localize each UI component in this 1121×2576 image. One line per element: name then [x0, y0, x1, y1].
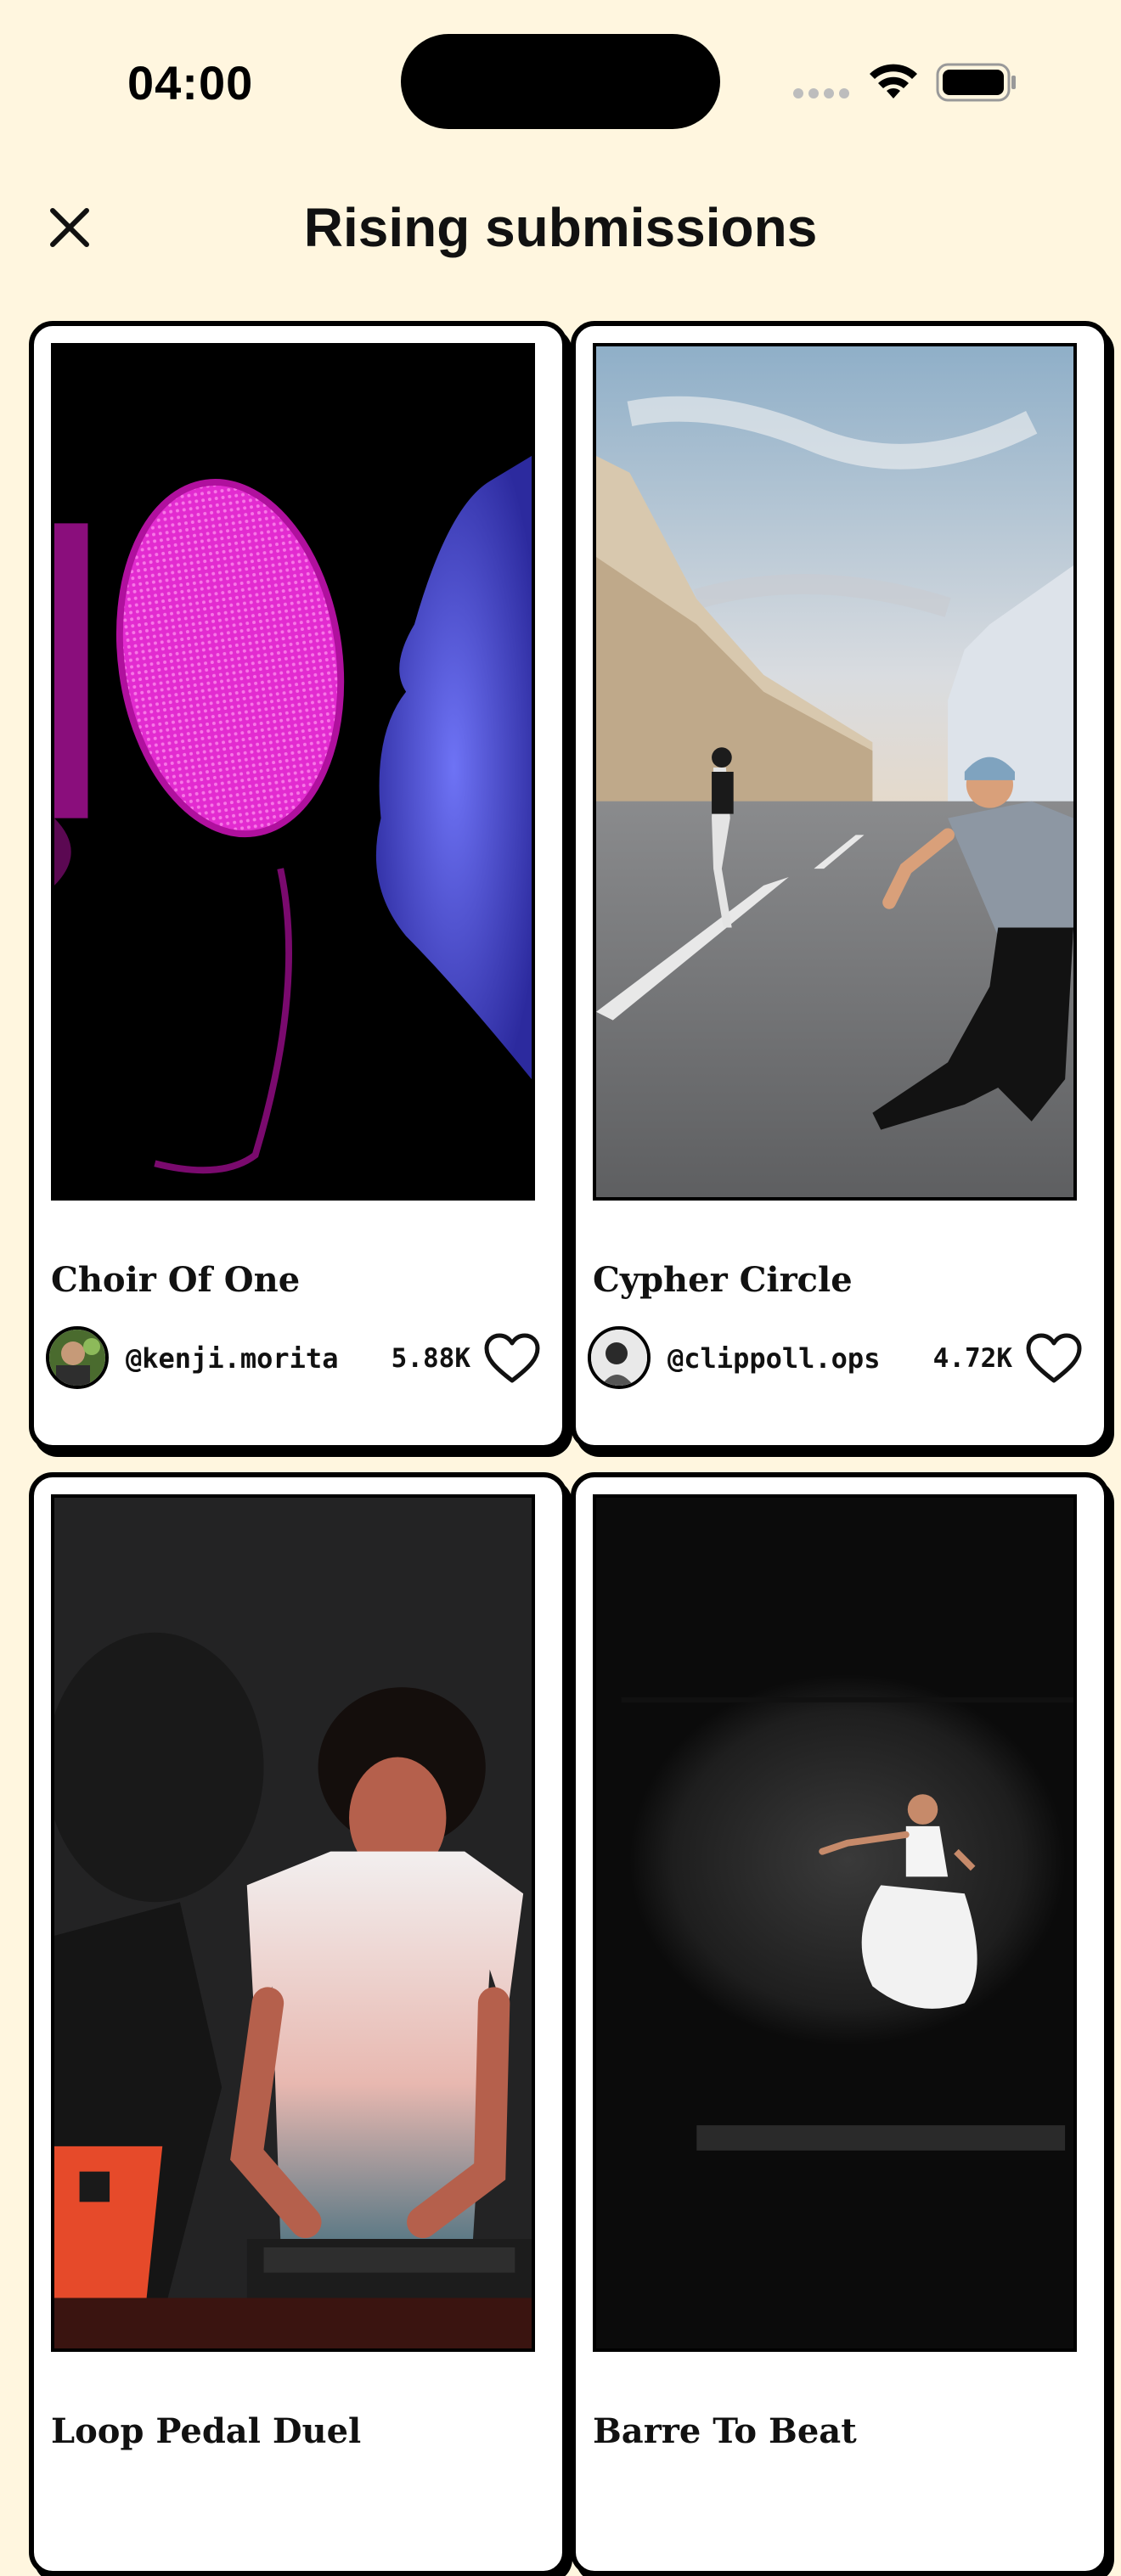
user-avatar[interactable]: [46, 1326, 109, 1389]
submission-card[interactable]: Barre To Beat: [571, 1472, 1109, 2576]
card-title: Cypher Circle: [593, 1260, 853, 1300]
creator-handle[interactable]: @clippoll.ops: [668, 1336, 897, 1381]
creator-handle[interactable]: @kenji.morita: [126, 1336, 355, 1381]
heart-icon[interactable]: [1024, 1331, 1084, 1386]
dynamic-island: [401, 34, 720, 129]
heart-icon[interactable]: [482, 1331, 542, 1386]
card-title: Barre To Beat: [593, 2411, 857, 2451]
like-count: 5.88K: [391, 1343, 470, 1374]
video-thumbnail[interactable]: [593, 1494, 1077, 2352]
submission-card[interactable]: Choir Of One @kenji.morita 5.88K: [29, 321, 567, 1450]
battery-icon: [936, 63, 1016, 102]
cellular-signal-icon: [793, 88, 853, 100]
card-title: Loop Pedal Duel: [51, 2411, 362, 2451]
user-avatar[interactable]: [588, 1326, 651, 1389]
status-time: 04:00: [127, 56, 254, 110]
page-title: Rising submissions: [303, 197, 818, 258]
submission-card[interactable]: Cypher Circle @clippoll.ops 4.72K: [571, 321, 1109, 1450]
card-title: Choir Of One: [51, 1260, 301, 1300]
video-thumbnail[interactable]: [51, 343, 535, 1201]
like-count: 4.72K: [932, 1343, 1012, 1374]
video-thumbnail[interactable]: [593, 343, 1077, 1201]
wifi-icon: [870, 64, 917, 98]
submission-card[interactable]: Loop Pedal Duel: [29, 1472, 567, 2576]
video-thumbnail[interactable]: [51, 1494, 535, 2352]
